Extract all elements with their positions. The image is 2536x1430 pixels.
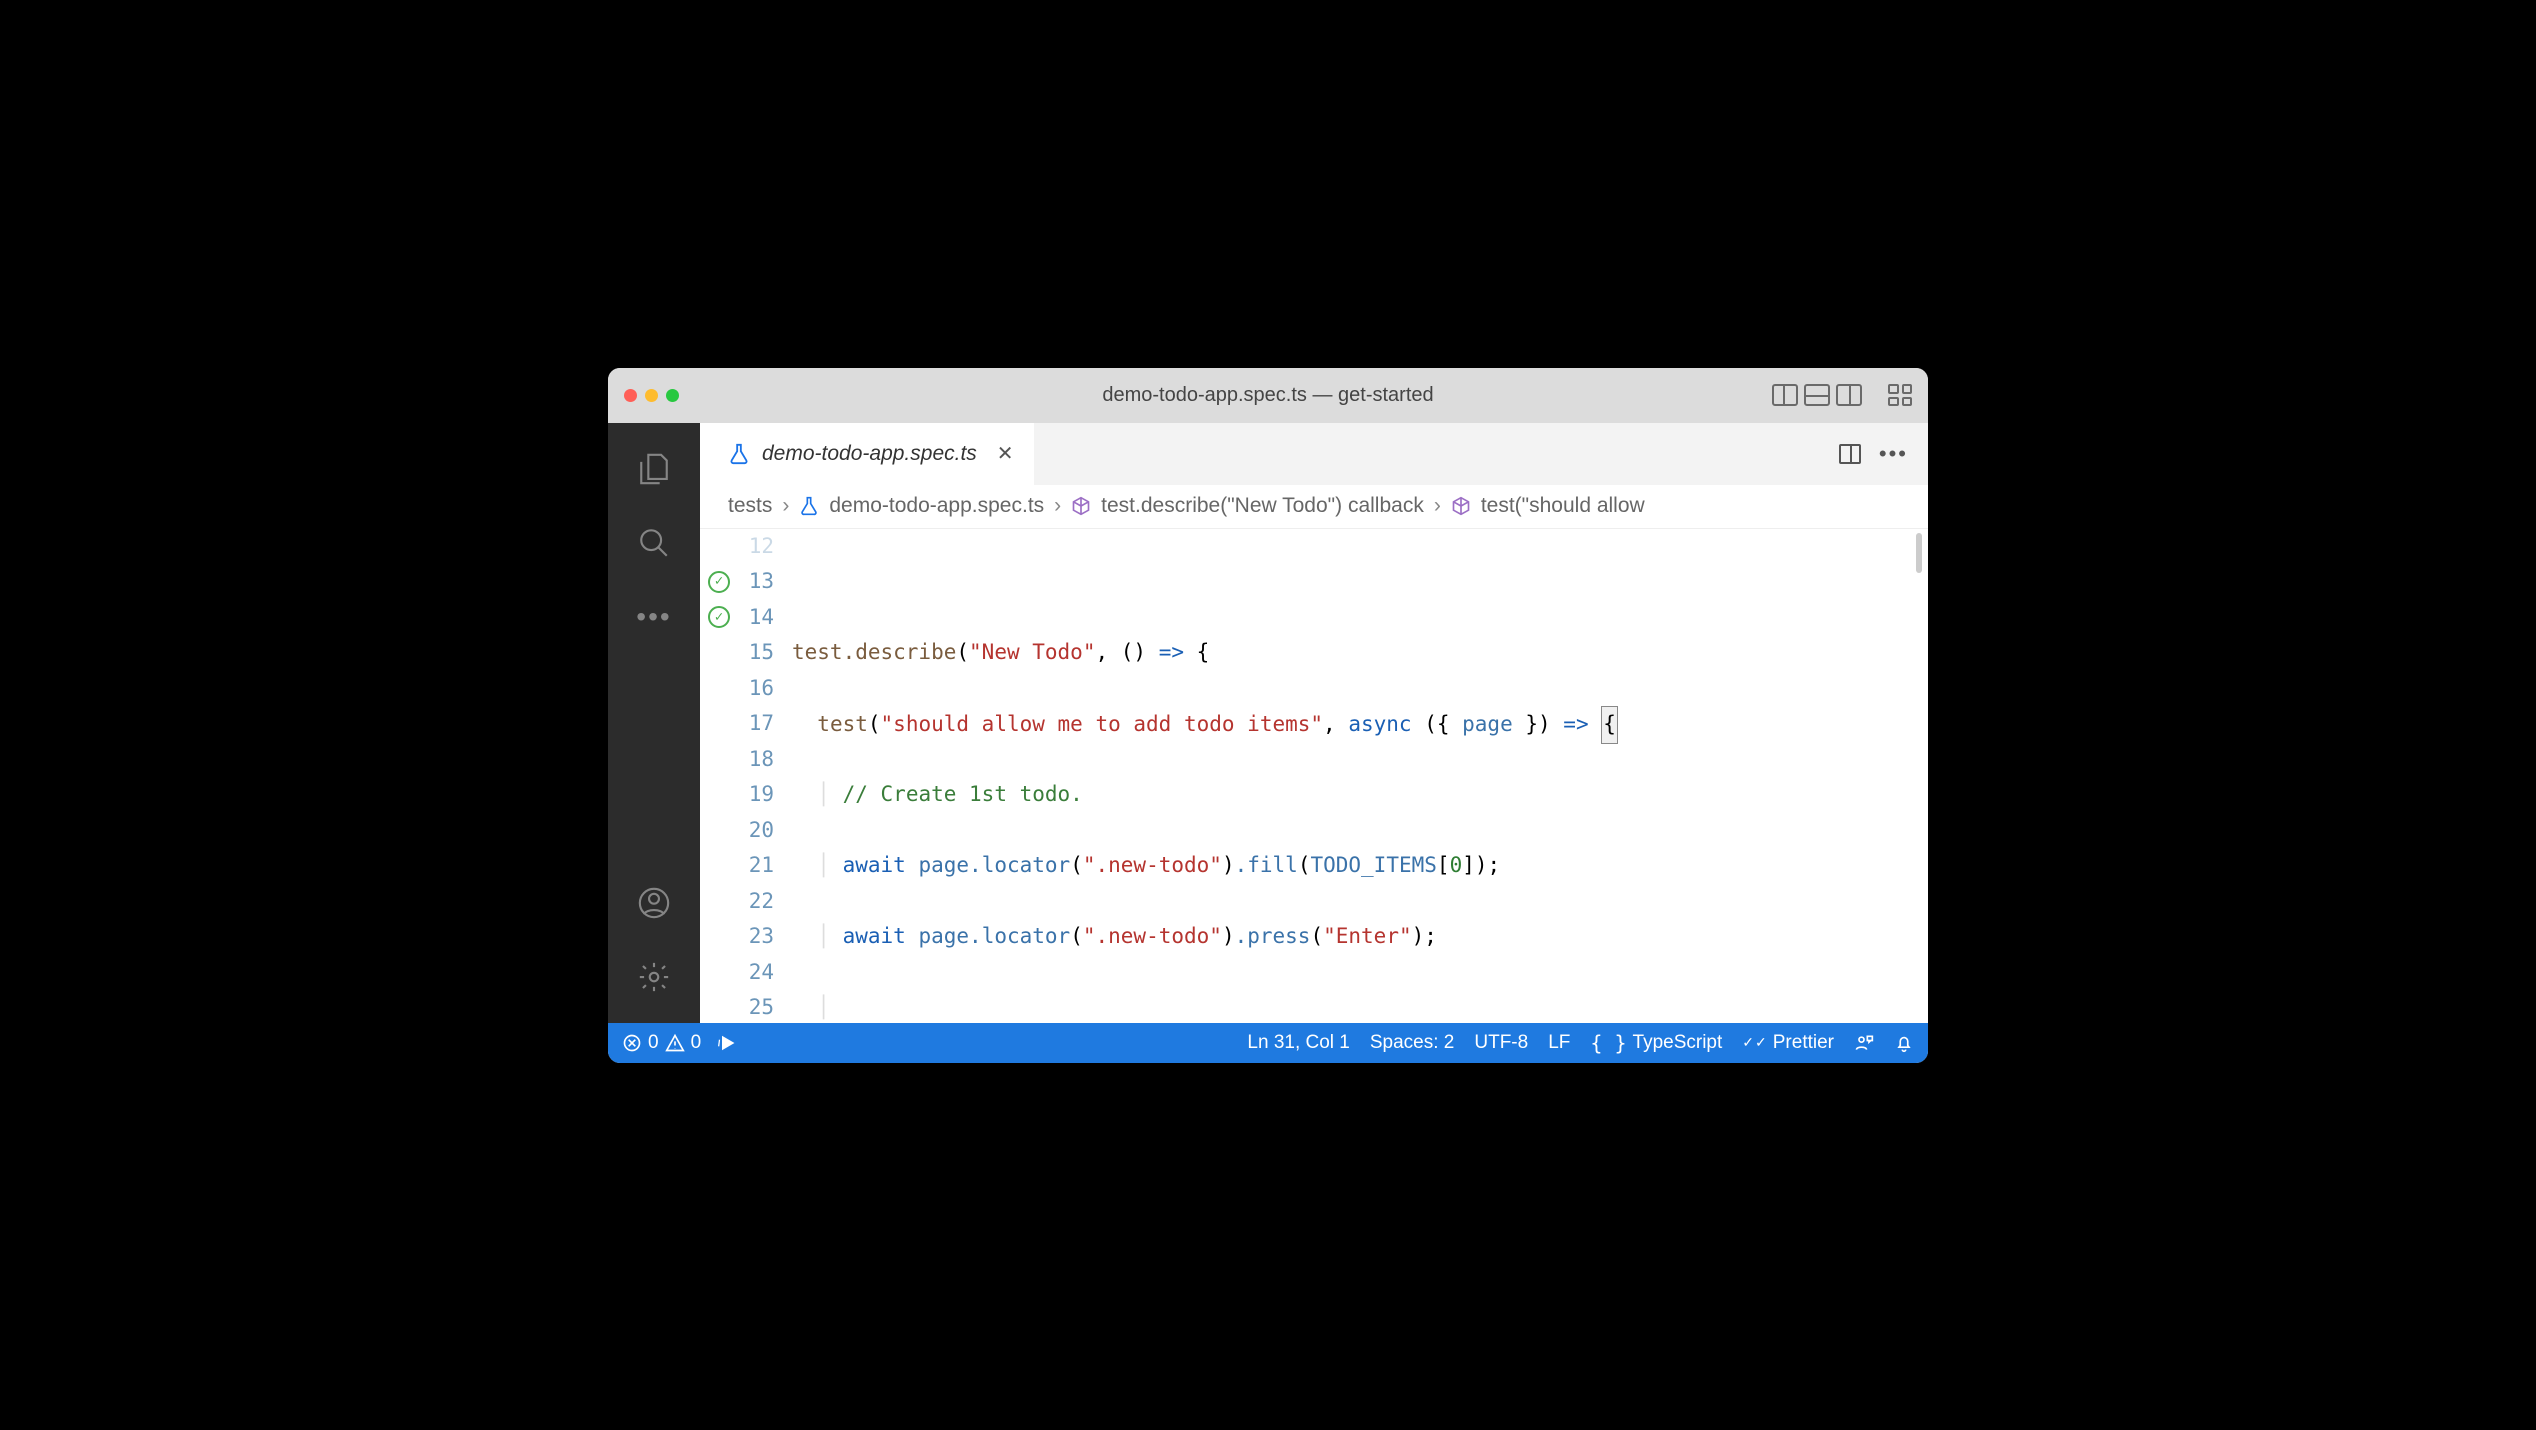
breadcrumb-item[interactable]: demo-todo-app.spec.ts [829, 494, 1044, 518]
chevron-right-icon: › [1434, 494, 1441, 518]
split-editor-button[interactable] [1839, 444, 1861, 464]
chevron-right-icon: › [782, 494, 789, 518]
editor-tab-active[interactable]: demo-todo-app.spec.ts ✕ [700, 423, 1034, 485]
titlebar: demo-todo-app.spec.ts — get-started [608, 368, 1928, 423]
activity-bar: ••• [608, 423, 700, 1023]
warning-icon [665, 1033, 685, 1053]
chevron-right-icon: › [1054, 494, 1061, 518]
debug-icon [717, 1033, 737, 1053]
cursor-position[interactable]: Ln 31, Col 1 [1247, 1032, 1349, 1054]
gear-icon [637, 960, 671, 994]
search-tab[interactable] [622, 511, 686, 575]
notifications-button[interactable] [1894, 1033, 1914, 1053]
eol-status[interactable]: LF [1548, 1032, 1570, 1054]
breadcrumb-item[interactable]: test("should allow [1481, 494, 1645, 518]
more-actions-button[interactable]: ••• [1879, 441, 1908, 467]
status-bar: 0 0 Ln 31, Col 1 Spaces: 2 UTF-8 LF { }T… [608, 1023, 1928, 1063]
vscode-window: demo-todo-app.spec.ts — get-started ••• [608, 368, 1928, 1063]
debug-start-button[interactable] [717, 1033, 737, 1053]
more-views-button[interactable]: ••• [622, 585, 686, 649]
code-content[interactable]: test.describe("New Todo", () => { test("… [786, 529, 1928, 1023]
close-tab-button[interactable]: ✕ [997, 441, 1014, 466]
person-feedback-icon [1854, 1033, 1874, 1053]
titlebar-layout-controls [1772, 384, 1912, 406]
feedback-button[interactable] [1854, 1033, 1874, 1053]
account-icon [637, 886, 671, 920]
scrollbar-thumb[interactable] [1916, 533, 1922, 573]
window-title: demo-todo-app.spec.ts — get-started [1102, 384, 1433, 407]
test-gutter: ✓ ✓ [700, 529, 738, 1023]
accounts-button[interactable] [622, 871, 686, 935]
test-flask-icon [799, 496, 819, 516]
breadcrumbs[interactable]: tests › demo-todo-app.spec.ts › test.des… [700, 485, 1928, 529]
search-icon [637, 526, 671, 560]
editor-tabs: demo-todo-app.spec.ts ✕ ••• [700, 423, 1928, 485]
files-icon [637, 452, 671, 486]
customize-layout-button[interactable] [1888, 384, 1912, 406]
indentation-status[interactable]: Spaces: 2 [1370, 1032, 1455, 1054]
minimize-window-button[interactable] [645, 389, 658, 402]
tab-filename: demo-todo-app.spec.ts [762, 442, 977, 466]
breadcrumb-item[interactable]: tests [728, 494, 772, 518]
toggle-primary-sidebar-button[interactable] [1772, 384, 1798, 406]
prettier-check-icon: ✓✓ [1742, 1034, 1766, 1051]
error-icon [622, 1033, 642, 1053]
test-flask-icon [728, 443, 750, 465]
symbol-module-icon [1451, 496, 1471, 516]
ellipsis-icon: ••• [636, 601, 671, 633]
formatter-status[interactable]: ✓✓ Prettier [1742, 1032, 1834, 1054]
problems-status[interactable]: 0 0 [622, 1032, 701, 1054]
breadcrumb-item[interactable]: test.describe("New Todo") callback [1101, 494, 1424, 518]
maximize-window-button[interactable] [666, 389, 679, 402]
symbol-module-icon [1071, 496, 1091, 516]
test-pass-icon[interactable]: ✓ [708, 606, 730, 628]
toggle-panel-button[interactable] [1804, 384, 1830, 406]
window-controls [624, 389, 679, 402]
settings-button[interactable] [622, 945, 686, 1009]
encoding-status[interactable]: UTF-8 [1474, 1032, 1528, 1054]
language-mode[interactable]: { }TypeScript [1590, 1031, 1722, 1055]
bell-icon [1894, 1033, 1914, 1053]
close-window-button[interactable] [624, 389, 637, 402]
line-number-gutter[interactable]: 12 13 14 15 16 17 18 19 20 21 22 23 24 2… [738, 529, 786, 1023]
explorer-tab[interactable] [622, 437, 686, 501]
test-pass-icon[interactable]: ✓ [708, 571, 730, 593]
toggle-secondary-sidebar-button[interactable] [1836, 384, 1862, 406]
code-editor[interactable]: ✓ ✓ 12 13 14 15 16 17 18 19 20 [700, 529, 1928, 1023]
